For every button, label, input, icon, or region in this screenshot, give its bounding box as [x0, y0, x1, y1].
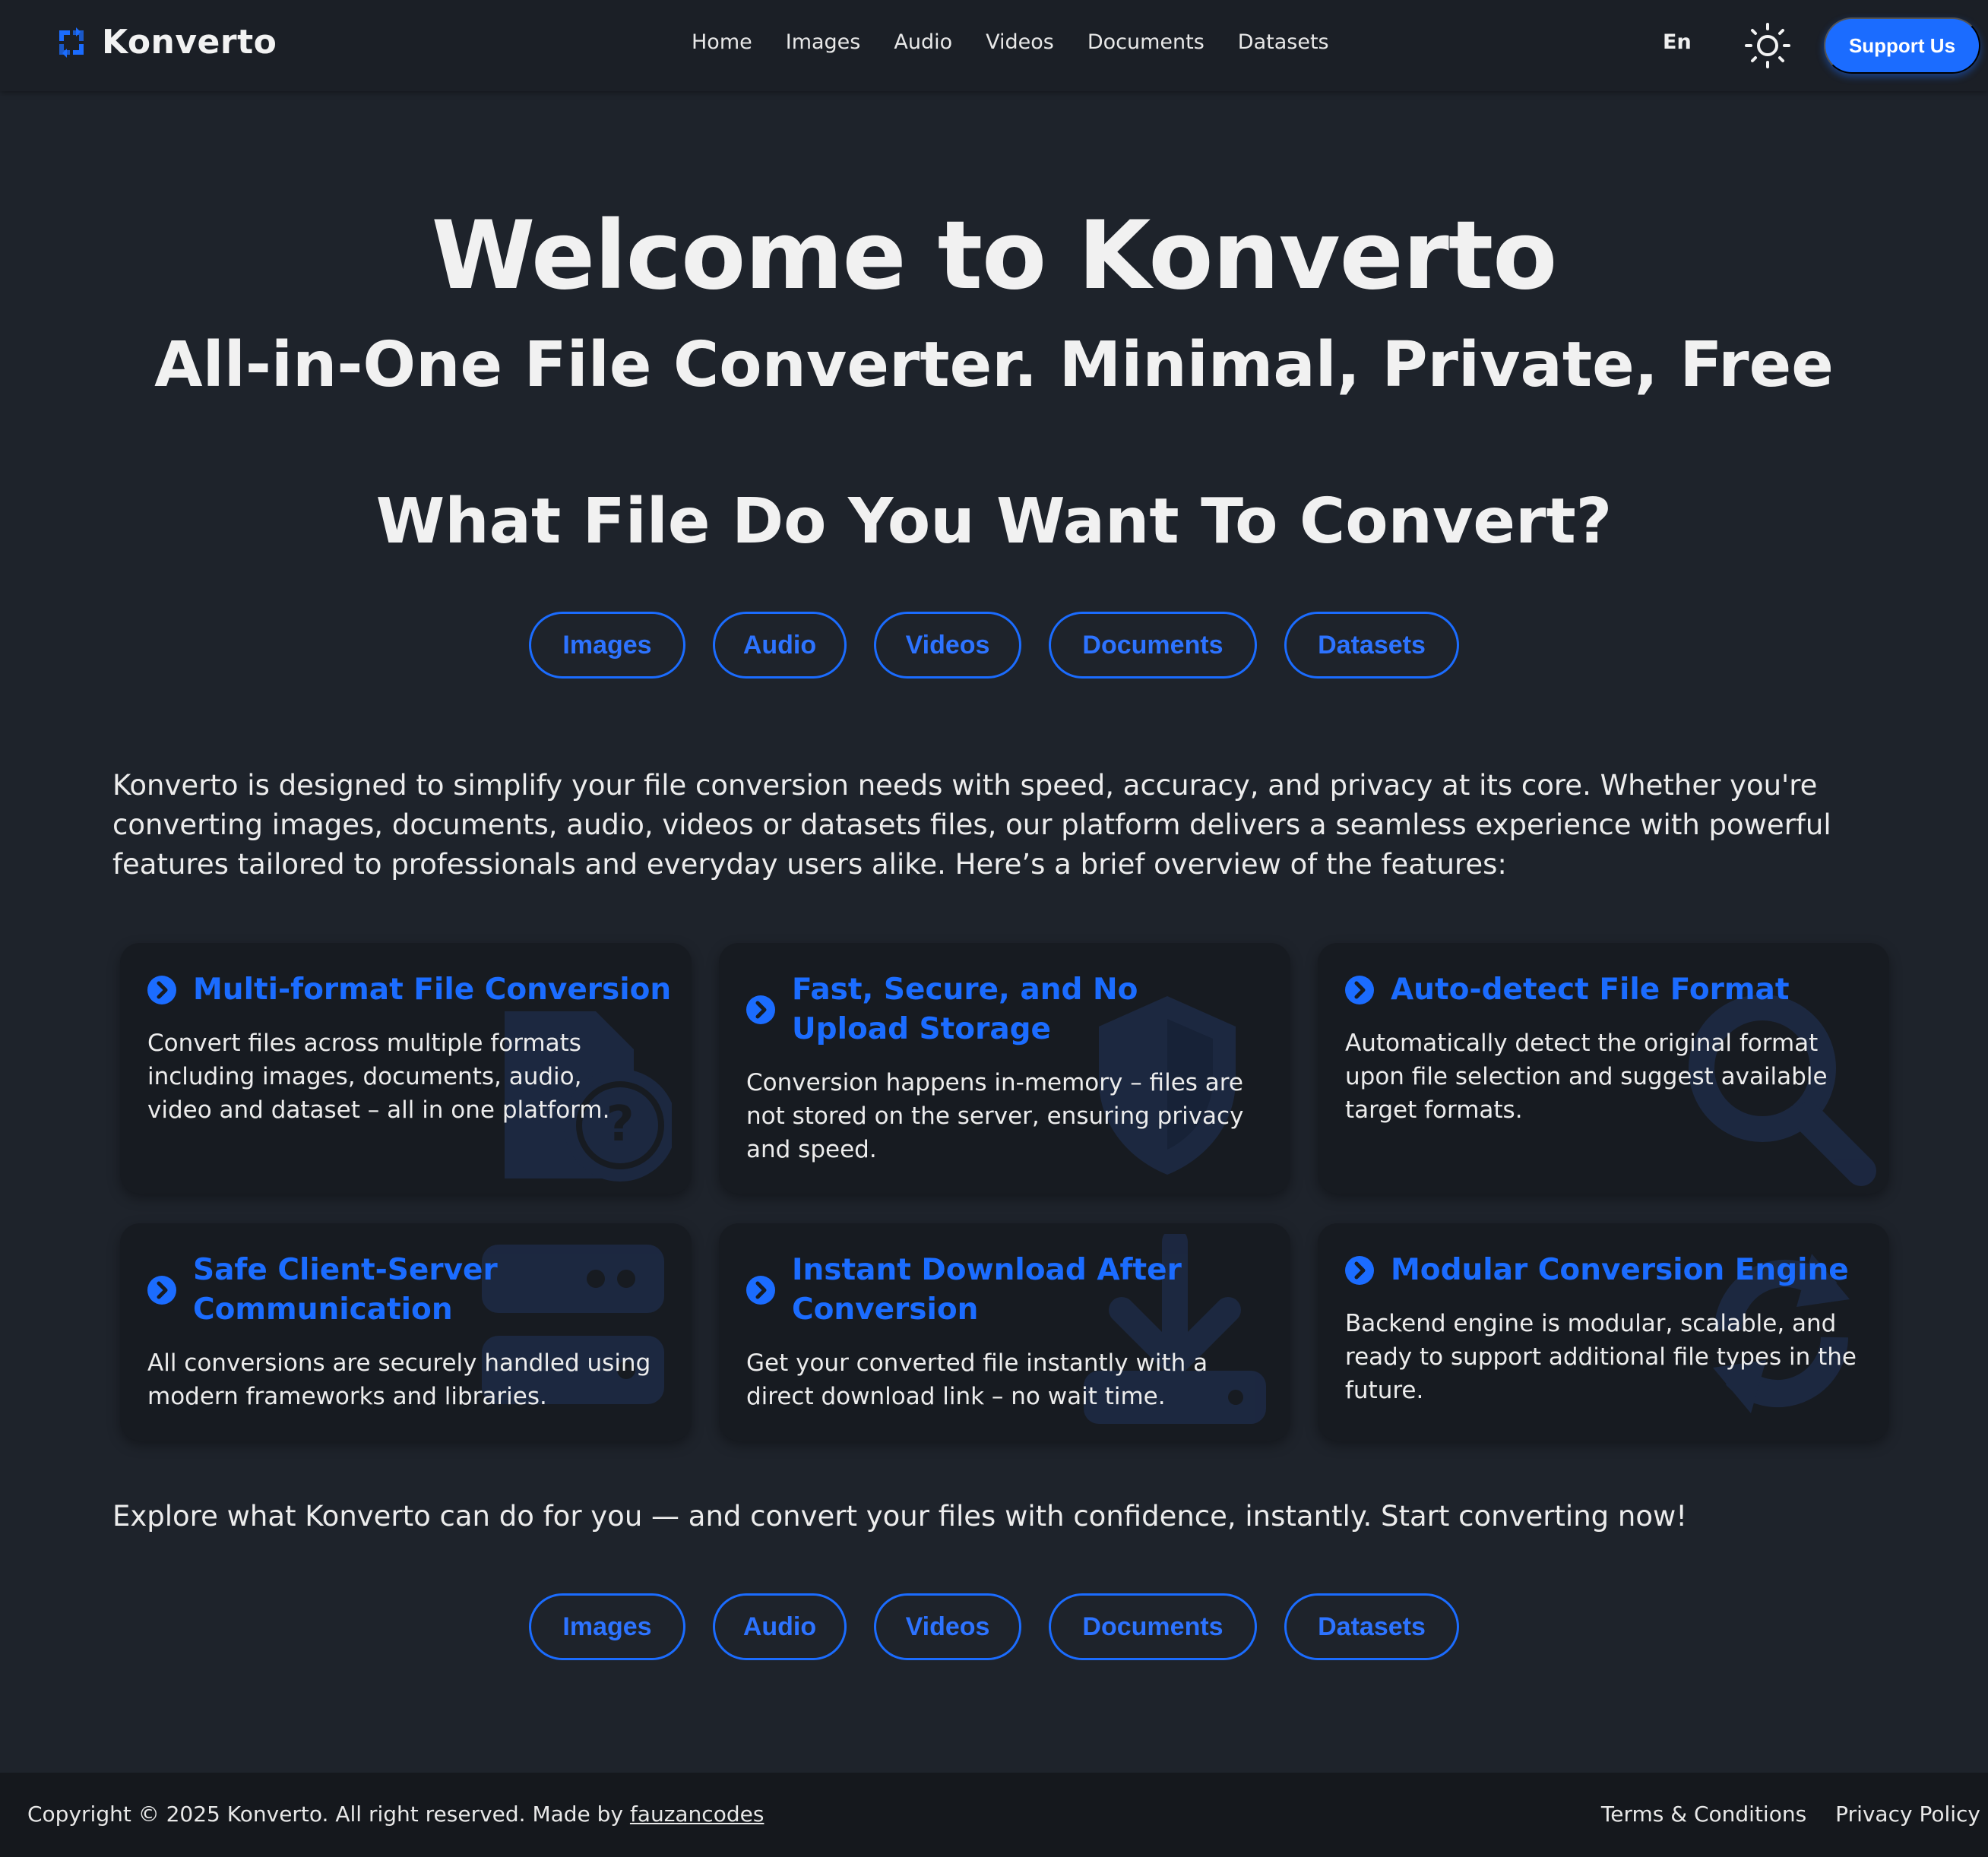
feature-card-auto-detect: Auto-detect File Format Automatically de… — [1318, 943, 1889, 1194]
navbar: Konverto Home Images Audio Videos Docume… — [0, 0, 1988, 91]
category-button-documents[interactable]: Documents — [1049, 1593, 1257, 1660]
feature-description: Backend engine is modular, scalable, and… — [1345, 1310, 1857, 1404]
feature-title: Auto-detect File Format — [1391, 973, 1790, 1007]
copyright-prefix: Copyright © 2025 Konverto. All right res… — [27, 1802, 630, 1827]
feature-title: Safe Client-Server Communication — [193, 1253, 498, 1327]
category-button-documents[interactable]: Documents — [1049, 612, 1257, 679]
chevron-right-circle-icon — [1345, 976, 1374, 1004]
category-button-videos[interactable]: Videos — [874, 1593, 1021, 1660]
feature-card-multi-format: ? Multi-format File Conversion Convert f… — [120, 943, 692, 1194]
feature-card-fast-secure: Fast, Secure, and No Upload Storage Conv… — [719, 943, 1290, 1194]
feature-card-header: Auto-detect File Format — [1345, 970, 1789, 1010]
feature-description: Get your converted file instantly with a… — [746, 1349, 1208, 1410]
feature-title: Modular Conversion Engine — [1391, 1253, 1849, 1287]
footer: Copyright © 2025 Konverto. All right res… — [0, 1773, 1988, 1857]
feature-description: Convert files across multiple formats in… — [147, 1030, 610, 1124]
feature-card-header: Multi-format File Conversion — [147, 970, 671, 1010]
page: Konverto Home Images Audio Videos Docume… — [0, 0, 1988, 1857]
nav-datasets[interactable]: Datasets — [1238, 30, 1329, 54]
category-buttons-bottom: Images Audio Videos Documents Datasets — [0, 1593, 1988, 1660]
refresh-square-icon — [55, 26, 88, 59]
category-button-audio[interactable]: Audio — [713, 1593, 847, 1660]
category-button-datasets[interactable]: Datasets — [1284, 1593, 1459, 1660]
brand-name: Konverto — [102, 23, 277, 62]
feature-title: Instant Download After Conversion — [792, 1253, 1182, 1327]
brand-logo[interactable]: Konverto — [55, 23, 277, 62]
feature-card-header: Instant Download After Conversion — [746, 1251, 1217, 1330]
category-button-images[interactable]: Images — [529, 1593, 685, 1660]
copyright-text: Copyright © 2025 Konverto. All right res… — [27, 1802, 764, 1827]
theme-toggle-button[interactable] — [1743, 21, 1792, 70]
chevron-right-circle-icon — [147, 1276, 176, 1305]
category-button-videos[interactable]: Videos — [874, 612, 1021, 679]
intro-paragraph: Konverto is designed to simplify your fi… — [112, 769, 1831, 881]
sun-icon — [1743, 21, 1792, 70]
feature-description: Conversion happens in-memory – files are… — [746, 1069, 1244, 1163]
feature-description: All conversions are securely handled usi… — [147, 1349, 651, 1410]
language-selector[interactable]: En — [1663, 30, 1692, 54]
feature-title: Multi-format File Conversion — [193, 973, 672, 1007]
chevron-right-circle-icon — [746, 995, 775, 1024]
hero-title: Welcome to Konverto — [431, 201, 1558, 311]
category-button-audio[interactable]: Audio — [713, 612, 847, 679]
feature-card-client-server: Safe Client-Server Communication All con… — [120, 1223, 692, 1441]
hero-subtitle: All-in-One File Converter. Minimal, Priv… — [154, 329, 1834, 401]
nav-audio[interactable]: Audio — [894, 30, 952, 54]
chevron-right-circle-icon — [147, 976, 176, 1004]
privacy-policy-link[interactable]: Privacy Policy — [1835, 1802, 1980, 1827]
nav-home[interactable]: Home — [692, 30, 752, 54]
feature-title: Fast, Secure, and No Upload Storage — [792, 973, 1138, 1046]
feature-card-instant-download: Instant Download After Conversion Get yo… — [719, 1223, 1290, 1441]
main-nav: Home Images Audio Videos Documents Datas… — [692, 30, 1329, 54]
feature-description: Automatically detect the original format… — [1345, 1030, 1828, 1124]
support-us-button[interactable]: Support Us — [1824, 17, 1980, 74]
category-button-images[interactable]: Images — [529, 612, 685, 679]
convert-question-heading: What File Do You Want To Convert? — [375, 486, 1613, 558]
category-buttons-top: Images Audio Videos Documents Datasets — [0, 612, 1988, 679]
outro-paragraph: Explore what Konverto can do for you — a… — [112, 1500, 1688, 1533]
nav-documents[interactable]: Documents — [1087, 30, 1205, 54]
chevron-right-circle-icon — [1345, 1256, 1374, 1285]
category-button-datasets[interactable]: Datasets — [1284, 612, 1459, 679]
feature-card-header: Modular Conversion Engine — [1345, 1251, 1849, 1290]
feature-card-header: Safe Client-Server Communication — [147, 1251, 619, 1330]
nav-videos[interactable]: Videos — [986, 30, 1054, 54]
feature-card-header: Fast, Secure, and No Upload Storage — [746, 970, 1217, 1049]
feature-card-modular-engine: Modular Conversion Engine Backend engine… — [1318, 1223, 1889, 1441]
author-link[interactable]: fauzancodes — [630, 1802, 764, 1827]
terms-link[interactable]: Terms & Conditions — [1601, 1802, 1806, 1827]
chevron-right-circle-icon — [746, 1276, 775, 1305]
nav-images[interactable]: Images — [786, 30, 861, 54]
footer-links: Terms & Conditions Privacy Policy — [1601, 1802, 1980, 1827]
